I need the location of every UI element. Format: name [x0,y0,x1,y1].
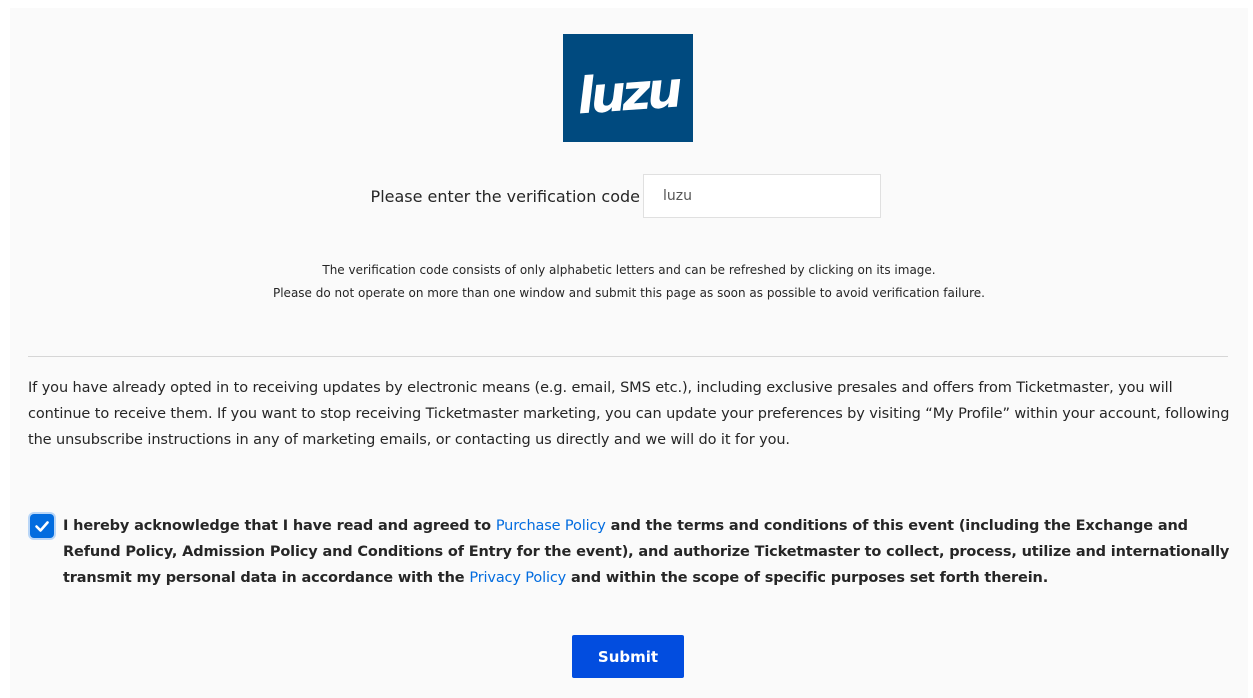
section-divider [28,356,1228,357]
marketing-notice: If you have already opted in to receivin… [28,380,1230,448]
verification-row: Please enter the verification code [10,174,1248,220]
privacy-policy-link[interactable]: Privacy Policy [469,570,566,586]
checkmark-icon [35,521,49,532]
consent-section: I hereby acknowledge that I have read an… [28,511,1238,591]
verification-hint-2: Please do not operate on more than one w… [272,286,985,300]
consent-checkbox[interactable] [30,514,54,538]
consent-text: I hereby acknowledge that I have read an… [63,513,1238,591]
consent-text-part-3: and within the scope of specific purpose… [566,570,1049,586]
submit-button[interactable]: Submit [572,635,684,678]
verification-page: luzu Please enter the verification code … [10,8,1248,698]
purchase-policy-link[interactable]: Purchase Policy [496,518,606,534]
captcha-graphic: luzu [575,60,684,125]
verification-hint-1: The verification code consists of only a… [322,263,936,277]
captcha-image[interactable]: luzu [563,34,693,142]
verification-label: Please enter the verification code [370,187,640,206]
captcha-text: luzu [575,60,684,125]
verification-code-input[interactable] [643,174,881,218]
consent-text-part-1: I hereby acknowledge that I have read an… [63,518,496,534]
